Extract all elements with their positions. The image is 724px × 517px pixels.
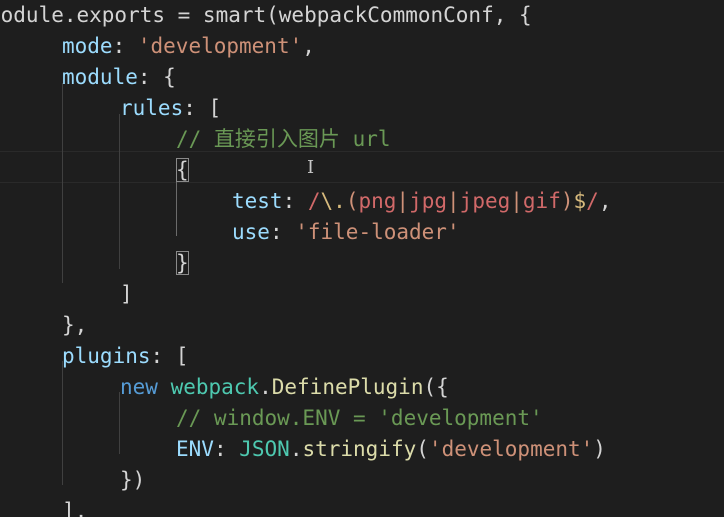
code-line[interactable]: mode: 'development',: [62, 31, 315, 62]
code-line[interactable]: },: [62, 310, 87, 341]
code-line[interactable]: // 直接引入图片 url: [176, 124, 391, 155]
code-token: stringify: [302, 437, 417, 461]
code-token: (: [345, 189, 359, 213]
code-line[interactable]: new webpack.DefinePlugin({: [120, 372, 449, 403]
text-cursor-icon: I: [307, 157, 315, 178]
code-token: },: [62, 313, 88, 337]
code-line[interactable]: use: 'file-loader': [232, 217, 460, 248]
code-token: ,: [598, 189, 612, 213]
code-token: 'development': [428, 437, 594, 461]
code-token: png: [358, 189, 397, 213]
code-token: // window.ENV = 'development': [176, 406, 543, 430]
code-token: $: [573, 189, 587, 213]
code-token: .: [289, 437, 303, 461]
code-token: :: [213, 437, 240, 461]
code-token: plugins: [62, 344, 151, 368]
code-token: : [: [183, 96, 222, 120]
indent-guide: [62, 83, 63, 283]
code-token: .: [259, 375, 272, 399]
code-token: |: [396, 189, 410, 213]
code-token: test: [232, 189, 283, 213]
code-token: ): [593, 437, 606, 461]
code-line[interactable]: rules: [: [120, 93, 221, 124]
code-token: : {: [137, 65, 176, 89]
code-token: ({: [423, 375, 449, 399]
code-token: ENV: [176, 437, 214, 461]
code-line[interactable]: ENV: JSON.stringify('development'): [176, 434, 606, 465]
code-line[interactable]: module.exports = smart(webpackCommonConf…: [0, 0, 532, 31]
code-token: module: [62, 65, 138, 89]
indent-guide: [62, 361, 63, 485]
code-editor[interactable]: module.exports = smart(webpackCommonConf…: [0, 0, 724, 517]
code-line[interactable]: test: /\.(png|jpg|jpeg|gif)$/,: [232, 186, 611, 217]
code-token: \.: [320, 189, 346, 213]
current-line-highlight: [0, 151, 724, 183]
code-token: jpeg: [459, 189, 511, 213]
code-line[interactable]: {: [176, 155, 189, 186]
code-token: mode: [62, 34, 113, 58]
code-token: module.exports = smart(webpackCommonConf…: [0, 3, 532, 27]
code-token: ]: [120, 282, 133, 306]
code-token: :: [112, 34, 138, 58]
code-token: |: [447, 189, 460, 213]
code-line[interactable]: ]: [120, 279, 133, 310]
code-token: :: [269, 220, 296, 244]
code-line[interactable]: }): [120, 465, 145, 496]
code-token: |: [510, 189, 523, 213]
code-token: /: [586, 189, 599, 213]
code-token: use: [232, 220, 270, 244]
code-token: // 直接引入图片 url: [176, 127, 391, 151]
code-token: DefinePlugin: [271, 375, 424, 399]
code-token: :: [282, 189, 308, 213]
code-line[interactable]: // window.ENV = 'development': [176, 403, 543, 434]
matched-bracket: {: [176, 158, 189, 182]
code-token: (: [416, 437, 429, 461]
code-token: new: [120, 375, 171, 399]
code-token: rules: [120, 96, 184, 120]
matched-bracket: }: [176, 251, 189, 275]
code-line[interactable]: module: {: [62, 62, 176, 93]
code-token: 'development': [137, 34, 303, 58]
code-token: ,: [302, 34, 315, 58]
indent-guide: [119, 114, 120, 269]
code-token: : [: [150, 344, 189, 368]
code-token: gif: [522, 189, 561, 213]
code-token: 'file-loader': [295, 220, 460, 244]
code-token: ],: [62, 499, 88, 517]
code-token: jpg: [409, 189, 448, 213]
code-token: webpack: [170, 375, 260, 399]
code-token: ): [560, 189, 574, 213]
code-token: /: [307, 189, 321, 213]
code-line[interactable]: }: [176, 248, 189, 279]
code-token: JSON: [239, 437, 290, 461]
code-line[interactable]: ],: [62, 496, 87, 517]
code-line[interactable]: plugins: [: [62, 341, 188, 372]
code-token: }): [120, 468, 146, 492]
